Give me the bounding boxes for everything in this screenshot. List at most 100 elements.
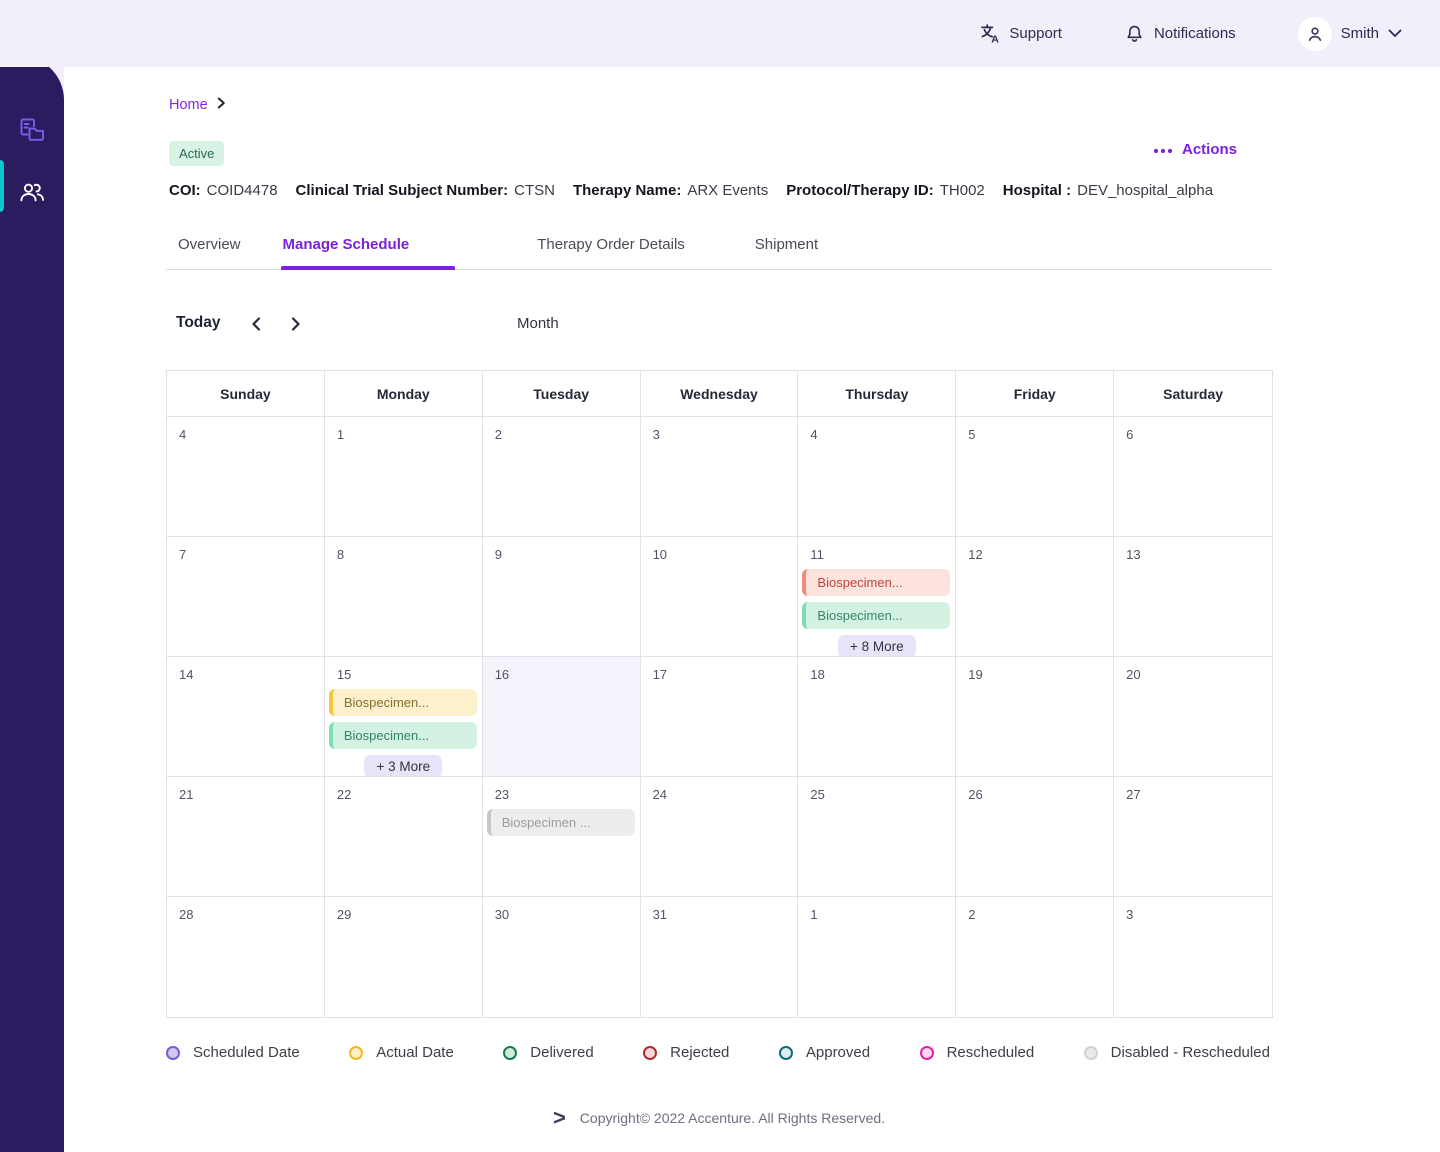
calendar-day-cell[interactable]: 1 xyxy=(798,897,957,1017)
actions-button[interactable]: Actions xyxy=(1153,141,1237,158)
day-number: 19 xyxy=(968,667,983,682)
support-button[interactable]: A Support xyxy=(979,23,1062,44)
more-events-button[interactable]: + 3 More xyxy=(364,755,443,776)
day-number: 1 xyxy=(810,907,818,922)
calendar-day-cell[interactable]: 7 xyxy=(167,537,325,657)
calendar-day-cell[interactable]: 12 xyxy=(956,537,1115,657)
calendar-day-cell[interactable]: 3 xyxy=(1114,897,1272,1017)
calendar-event-rejected[interactable]: Biospecimen... xyxy=(802,569,951,596)
calendar-day-cell[interactable]: 26 xyxy=(956,777,1115,897)
day-number: 28 xyxy=(179,907,194,922)
calendar-day-cell[interactable]: 1 xyxy=(324,417,483,537)
legend-label: Delivered xyxy=(530,1044,594,1061)
legend-dot xyxy=(643,1045,658,1060)
info-field-value: DEV_hospital_alpha xyxy=(1077,182,1214,199)
tab-overview[interactable]: Overview xyxy=(176,236,243,269)
legend-item: Approved xyxy=(778,1044,870,1061)
view-selector-month[interactable]: Month xyxy=(517,315,559,332)
legend-label: Rescheduled xyxy=(946,1044,1035,1061)
day-number: 8 xyxy=(336,547,345,562)
users-icon xyxy=(18,180,46,209)
calendar-day-cell[interactable]: 15 Biospecimen... Biospecimen... + 3 More xyxy=(324,657,483,777)
info-field: COI: COID4478 xyxy=(169,182,278,199)
calendar-day-cell[interactable]: 19 xyxy=(956,657,1115,777)
tab-therapy-order-details[interactable]: Therapy Order Details xyxy=(535,236,687,269)
calendar-day-cell[interactable]: 31 xyxy=(641,897,799,1017)
svg-text:A: A xyxy=(992,34,1000,44)
legend-dot xyxy=(778,1045,793,1060)
calendar-day-cell[interactable]: 21 xyxy=(167,777,325,897)
notifications-label: Notifications xyxy=(1153,25,1236,42)
legend-item: Disabled - Rescheduled xyxy=(1083,1044,1270,1061)
sidebar-item-trials[interactable] xyxy=(12,112,52,152)
calendar-day-cell[interactable]: 2 xyxy=(482,417,641,537)
calendar-event-delivered[interactable]: Biospecimen... xyxy=(802,602,951,629)
sidebar-item-patients[interactable] xyxy=(12,174,52,214)
legend-item: Delivered xyxy=(503,1044,594,1061)
day-number: 2 xyxy=(968,907,976,922)
prev-month-button[interactable] xyxy=(246,312,266,339)
calendar-day-cell[interactable]: 6 xyxy=(1114,417,1272,537)
top-bar: A Support Notifications Smith xyxy=(0,0,1440,67)
tab-shipment[interactable]: Shipment xyxy=(753,236,820,269)
day-number: 11 xyxy=(810,547,824,562)
more-events-button[interactable]: + 8 More xyxy=(838,635,916,656)
legend-dot xyxy=(919,1045,934,1060)
calendar-day-cell[interactable]: 17 xyxy=(640,657,799,777)
main-content: Home Active Actions COI: COID4478 Clinical… xyxy=(166,67,1273,1129)
calendar-day-cell[interactable]: 28 xyxy=(167,897,325,1017)
day-number: 4 xyxy=(810,427,818,442)
legend-item: Actual Date xyxy=(349,1044,454,1061)
subject-info-row: COI: COID4478 Clinical Trial Subject Numbe… xyxy=(169,182,1272,199)
calendar-day-cell[interactable]: 11 Biospecimen... Biospecimen... + 8 More xyxy=(798,537,957,657)
calendar-day-cell[interactable]: 20 xyxy=(1114,657,1272,777)
day-number: 26 xyxy=(968,787,983,802)
calendar-event-actual[interactable]: Biospecimen... xyxy=(328,689,477,716)
calendar-day-cell[interactable]: 14 xyxy=(167,657,325,777)
calendar-day-cell[interactable]: 2 xyxy=(956,897,1115,1017)
calendar-day-cell[interactable]: 9 xyxy=(482,537,641,657)
day-number: 10 xyxy=(652,547,668,562)
bell-icon xyxy=(1124,23,1145,45)
info-field: Clinical Trial Subject Number: CTSN xyxy=(296,182,555,199)
calendar-event-delivered[interactable]: Biospecimen... xyxy=(328,722,477,749)
sidebar xyxy=(0,56,64,1152)
calendar-day-cell[interactable]: 10 xyxy=(640,537,799,657)
calendar-day-cell[interactable]: 22 xyxy=(324,777,483,897)
info-field: Hospital : DEV_hospital_alpha xyxy=(1003,182,1213,199)
day-number: 4 xyxy=(179,427,187,442)
calendar-day-cell[interactable]: 4 xyxy=(798,417,957,537)
day-number: 20 xyxy=(1126,667,1141,682)
calendar-event-disabled[interactable]: Biospecimen ... xyxy=(486,809,635,836)
calendar-day-cell[interactable]: 27 xyxy=(1114,777,1272,897)
tab-bar: Overview Manage Schedule Therapy Order Det… xyxy=(166,236,1272,270)
legend-item: Rescheduled xyxy=(919,1044,1035,1061)
day-number: 23 xyxy=(494,787,510,802)
today-button[interactable]: Today xyxy=(176,314,221,332)
calendar-day-cell[interactable]: 23 Biospecimen ... xyxy=(482,777,641,897)
calendar-day-cell[interactable]: 8 xyxy=(324,537,483,657)
weekday-header: Wednesday xyxy=(640,371,799,417)
info-field-label: Hospital : xyxy=(1002,182,1072,199)
day-number: 24 xyxy=(652,787,668,802)
breadcrumb-home-link[interactable]: Home xyxy=(169,97,208,113)
sidebar-active-indicator xyxy=(0,160,4,212)
calendar-day-cell[interactable]: 16 xyxy=(482,657,641,777)
tab-manage-schedule[interactable]: Manage Schedule xyxy=(280,236,456,270)
calendar-day-cell[interactable]: 25 xyxy=(798,777,957,897)
calendar-day-cell[interactable]: 5 xyxy=(956,417,1115,537)
calendar-day-cell[interactable]: 30 xyxy=(483,897,641,1017)
notifications-button[interactable]: Notifications xyxy=(1124,23,1236,45)
next-month-button[interactable] xyxy=(286,312,306,339)
legend-dot xyxy=(166,1045,180,1060)
weekday-header: Thursday xyxy=(798,371,957,417)
day-number: 14 xyxy=(179,667,194,682)
calendar-day-cell[interactable]: 4 xyxy=(167,417,325,537)
calendar-day-cell[interactable]: 13 xyxy=(1114,537,1272,657)
calendar-day-cell[interactable]: 3 xyxy=(640,417,799,537)
calendar-day-cell[interactable]: 29 xyxy=(325,897,483,1017)
calendar-day-cell[interactable]: 18 xyxy=(798,657,957,777)
user-menu[interactable]: Smith xyxy=(1297,16,1402,51)
day-number: 17 xyxy=(652,667,668,682)
calendar-day-cell[interactable]: 24 xyxy=(640,777,799,897)
